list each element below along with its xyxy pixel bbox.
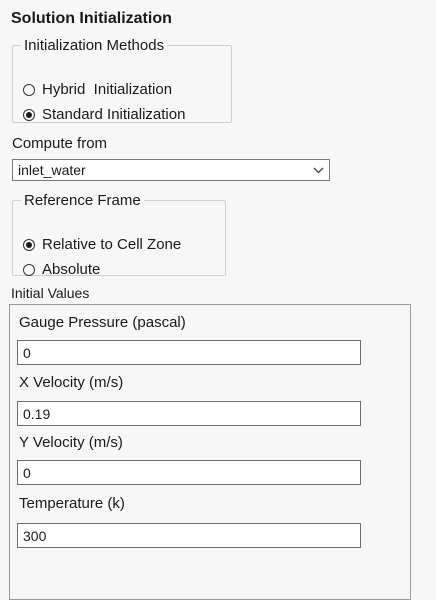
initialization-methods-legend: Initialization Methods xyxy=(24,37,165,54)
relative-to-cell-zone-label: Relative to Cell Zone xyxy=(42,236,182,253)
relative-to-cell-zone-radio[interactable]: Relative to Cell Zone xyxy=(23,236,181,253)
compute-from-dropdown[interactable]: inlet_water xyxy=(12,159,330,181)
relative-radio-circle[interactable] xyxy=(23,238,35,251)
hybrid-initialization-radio[interactable]: Hybrid Initialization xyxy=(23,81,172,98)
x-velocity-label: X Velocity (m/s) xyxy=(19,374,124,391)
hybrid-radio-circle[interactable] xyxy=(23,83,35,96)
temperature-input[interactable]: 300 xyxy=(17,523,361,548)
absolute-label: Absolute xyxy=(42,261,101,278)
y-velocity-label: Y Velocity (m/s) xyxy=(19,434,123,451)
initialization-methods-group: Initialization Methods Hybrid Initializa… xyxy=(12,37,232,123)
standard-radio-circle[interactable] xyxy=(23,108,35,121)
reference-frame-legend: Reference Frame xyxy=(24,192,141,209)
standard-initialization-label: Standard Initialization xyxy=(42,106,186,123)
gauge-pressure-input[interactable]: 0 xyxy=(17,340,361,365)
initial-values-label: Initial Values xyxy=(11,285,90,301)
absolute-radio-circle[interactable] xyxy=(23,263,35,276)
x-velocity-input[interactable]: 0.19 xyxy=(17,401,361,426)
compute-from-label: Compute from xyxy=(12,135,108,152)
standard-initialization-radio[interactable]: Standard Initialization xyxy=(23,106,185,123)
y-velocity-input[interactable]: 0 xyxy=(17,460,361,485)
absolute-radio[interactable]: Absolute xyxy=(23,261,100,278)
compute-from-value: inlet_water xyxy=(18,162,86,178)
hybrid-initialization-label: Hybrid Initialization xyxy=(42,81,173,98)
temperature-label: Temperature (k) xyxy=(19,495,125,512)
chevron-down-icon[interactable] xyxy=(307,167,329,174)
reference-frame-group: Reference Frame Relative to Cell Zone Ab… xyxy=(12,192,226,278)
gauge-pressure-label: Gauge Pressure (pascal) xyxy=(19,314,186,331)
panel-title: Solution Initialization xyxy=(11,10,172,27)
